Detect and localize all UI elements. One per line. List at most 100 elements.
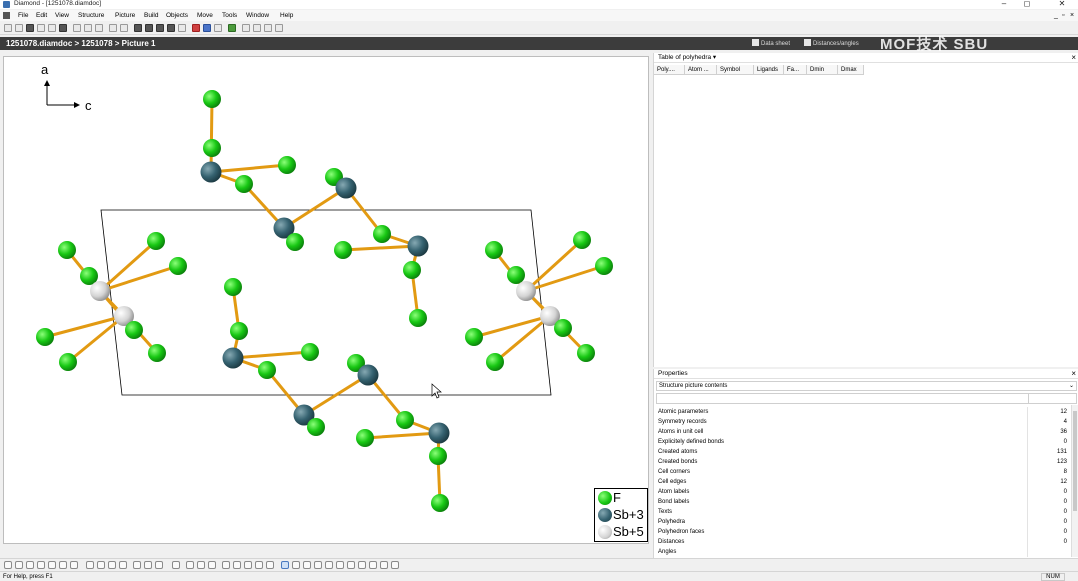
fill-icon[interactable] [37, 561, 45, 569]
properties-panel-close-icon[interactable]: × [1071, 369, 1076, 378]
print-preview-icon[interactable] [48, 24, 56, 32]
zoom-out-icon[interactable] [264, 24, 272, 32]
tab-distances-angles[interactable]: Distances/angles [804, 39, 859, 48]
cut-icon[interactable] [73, 24, 81, 32]
fluorine-atom[interactable] [203, 139, 221, 157]
paste-icon[interactable] [95, 24, 103, 32]
rotate-free-icon[interactable] [4, 561, 12, 569]
rotate-y-icon[interactable] [314, 561, 322, 569]
fluorine-atom[interactable] [230, 322, 248, 340]
property-row[interactable]: Angles [657, 547, 1070, 557]
open-icon[interactable] [15, 24, 23, 32]
paste-view-icon[interactable] [391, 561, 399, 569]
fluorine-atom[interactable] [573, 231, 591, 249]
fluorine-atom[interactable] [278, 156, 296, 174]
property-row[interactable]: Created bonds 123 [657, 457, 1070, 467]
fluorine-atom[interactable] [485, 241, 503, 259]
fluorine-atom[interactable] [373, 225, 391, 243]
move-icon[interactable] [292, 561, 300, 569]
select-arrow-icon[interactable] [281, 561, 289, 569]
col-dmax[interactable]: Dmax [838, 65, 864, 75]
ellipse-icon[interactable] [97, 561, 105, 569]
property-row[interactable]: Atomic parameters 12 [657, 407, 1070, 417]
rectangle-icon[interactable] [145, 24, 153, 32]
bond[interactable] [282, 186, 348, 230]
tab-data-sheet[interactable]: Data sheet [752, 39, 790, 48]
chart-icon[interactable] [208, 561, 216, 569]
fluorine-atom[interactable] [258, 361, 276, 379]
menu-window[interactable]: Window [246, 11, 269, 20]
col-atom[interactable]: Atom ... [685, 65, 717, 75]
color-icon[interactable] [144, 561, 152, 569]
bond[interactable] [209, 97, 214, 174]
fluorine-atom[interactable] [203, 90, 221, 108]
menu-help[interactable]: Help [280, 11, 293, 20]
property-row[interactable]: Symmetry records 4 [657, 417, 1070, 427]
arc-icon[interactable] [108, 561, 116, 569]
sb3-atom[interactable] [200, 161, 222, 183]
rotate-z-icon[interactable] [325, 561, 333, 569]
sb5-atom[interactable] [90, 281, 110, 301]
fluorine-atom[interactable] [507, 266, 525, 284]
grid-icon[interactable] [172, 561, 180, 569]
bond[interactable] [209, 163, 289, 174]
fluorine-atom[interactable] [486, 353, 504, 371]
property-row[interactable]: Bond labels 0 [657, 497, 1070, 507]
menu-picture[interactable]: Picture [115, 11, 135, 20]
sb5-atom[interactable] [516, 281, 536, 301]
pan-icon[interactable] [336, 561, 344, 569]
structure-canvas[interactable]: a c F Sb+3 Sb+5 [3, 56, 649, 544]
atom-style-icon[interactable] [86, 561, 94, 569]
fluorine-atom[interactable] [396, 411, 414, 429]
fluorine-atom[interactable] [148, 344, 166, 362]
fluorine-atom[interactable] [465, 328, 483, 346]
add-atoms-icon[interactable] [70, 561, 78, 569]
property-row[interactable]: Cell corners 8 [657, 467, 1070, 477]
property-row[interactable]: Texts 0 [657, 507, 1070, 517]
property-row[interactable]: Created atoms 131 [657, 447, 1070, 457]
fluorine-atom[interactable] [409, 309, 427, 327]
menu-edit[interactable]: Edit [36, 11, 47, 20]
fluorine-atom[interactable] [577, 344, 595, 362]
menu-build[interactable]: Build [144, 11, 158, 20]
print-icon[interactable] [59, 24, 67, 32]
marker-icon[interactable] [244, 561, 252, 569]
fluorine-atom[interactable] [36, 328, 54, 346]
sb3-atom[interactable] [335, 177, 357, 199]
fluorine-atom[interactable] [286, 233, 304, 251]
fluorine-atom[interactable] [429, 447, 447, 465]
menu-view[interactable]: View [55, 11, 69, 20]
triangle-icon[interactable] [233, 561, 241, 569]
fluorine-atom[interactable] [554, 319, 572, 337]
bond[interactable] [98, 264, 180, 293]
sb3-atom[interactable] [222, 347, 244, 369]
fluorine-atom[interactable] [59, 353, 77, 371]
menu-objects[interactable]: Objects [166, 11, 188, 20]
fluorine-atom[interactable] [431, 494, 449, 512]
redo-icon[interactable] [120, 24, 128, 32]
reset-view-icon[interactable] [369, 561, 377, 569]
polyhedra-panel-close-icon[interactable]: × [1071, 53, 1076, 62]
property-row[interactable]: Atom labels 0 [657, 487, 1070, 497]
properties-selector[interactable]: Structure picture contents ⌄ [656, 381, 1077, 391]
structure-icon[interactable] [156, 24, 164, 32]
fluorine-atom[interactable] [356, 429, 374, 447]
zoom-icon[interactable] [347, 561, 355, 569]
col-faces[interactable]: Fa... [784, 65, 807, 75]
sb3-atom[interactable] [407, 235, 429, 257]
mdi-close-button[interactable]: × [1070, 11, 1074, 20]
property-row[interactable]: Explicitely defined bonds 0 [657, 437, 1070, 447]
crystal-structure-view[interactable]: a c [4, 57, 650, 545]
polyhedra-panel-title[interactable]: Table of polyhedra ▾ [658, 54, 716, 62]
new-icon[interactable] [4, 24, 12, 32]
measure-angle-icon[interactable] [266, 561, 274, 569]
minimize-button[interactable]: – [994, 0, 1014, 9]
property-row[interactable]: Polyhedra 0 [657, 517, 1070, 527]
bond[interactable] [231, 350, 312, 360]
menu-structure[interactable]: Structure [78, 11, 104, 20]
pointer-icon[interactable] [134, 24, 142, 32]
fluorine-atom[interactable] [169, 257, 187, 275]
display-mode-icon[interactable] [155, 561, 163, 569]
undo-icon[interactable] [109, 24, 117, 32]
histogram-icon[interactable] [222, 561, 230, 569]
